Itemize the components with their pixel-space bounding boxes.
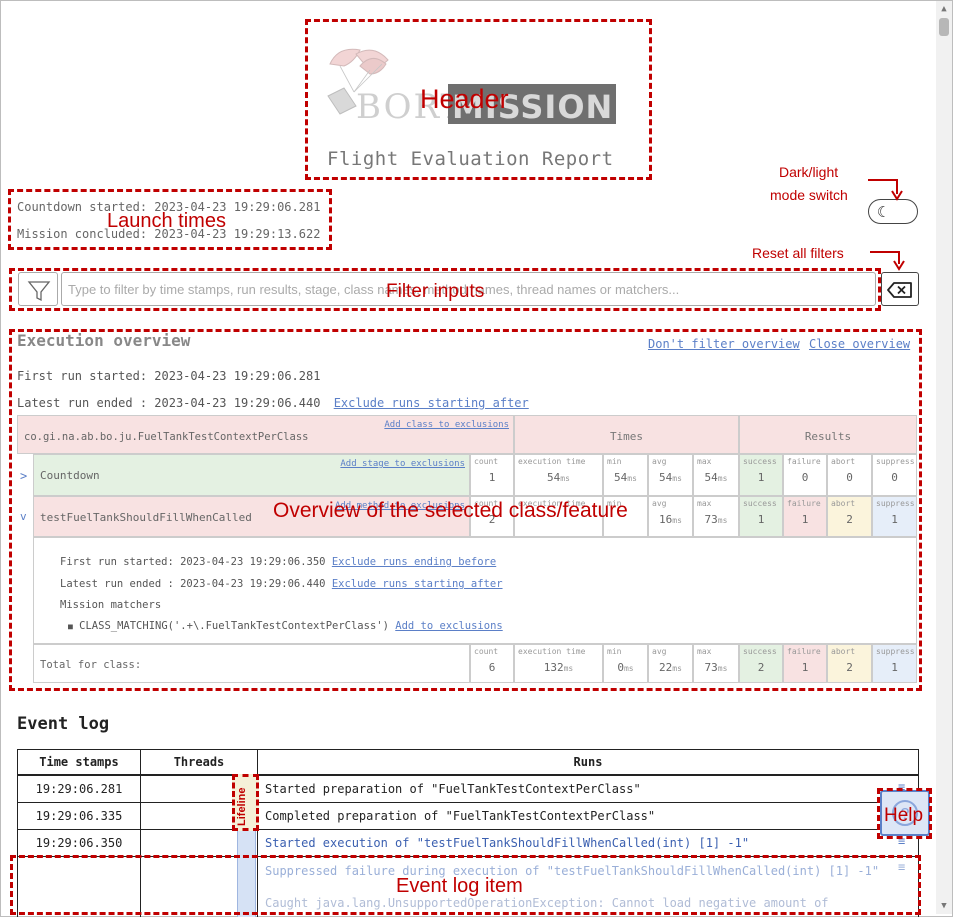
scroll-down-arrow[interactable]: ▼: [936, 898, 952, 914]
annotation-label-filter: Filter inputs: [386, 281, 485, 302]
annotation-arrow-mode: [868, 179, 903, 201]
annotation-label-overview: Overview of the selected class/feature: [273, 499, 628, 522]
row-run[interactable]: Started preparation of "FuelTankTestCont…: [257, 775, 919, 803]
col-header-time[interactable]: Time stamps: [17, 749, 141, 775]
annotation-label-mode-1: Dark/light: [779, 164, 839, 180]
col-header-runs[interactable]: Runs: [257, 749, 919, 775]
vertical-scrollbar[interactable]: ▲ ▼: [936, 1, 952, 914]
scroll-up-arrow[interactable]: ▲: [936, 1, 952, 17]
row-time: 19:29:06.281: [17, 775, 141, 803]
event-log-title: Event log: [17, 714, 110, 734]
row-time: 19:29:06.335: [17, 802, 141, 830]
annotation-label-mode-2: mode switch: [770, 187, 848, 203]
reset-filters-button[interactable]: [881, 272, 919, 306]
annotation-label-reset: Reset all filters: [752, 245, 844, 261]
moon-icon: ☾: [877, 203, 887, 221]
backspace-clear-icon: [887, 282, 912, 298]
scroll-thumb[interactable]: [939, 18, 949, 36]
annotation-label-launch-times: Launch times: [107, 210, 226, 232]
row-time: 19:29:06.350: [17, 829, 141, 857]
dark-light-mode-switch[interactable]: ☾: [868, 199, 918, 224]
col-header-threads[interactable]: Threads: [140, 749, 258, 775]
annotation-label-lifeline: Lifeline: [236, 787, 248, 826]
annotation-label-header: Header: [420, 84, 509, 114]
annotation-label-event-item: Event log item: [396, 875, 523, 897]
annotation-label-help: Help: [884, 805, 924, 826]
row-run[interactable]: Started execution of "testFuelTankShould…: [257, 829, 919, 857]
row-run[interactable]: Completed preparation of "FuelTankTestCo…: [257, 802, 919, 830]
